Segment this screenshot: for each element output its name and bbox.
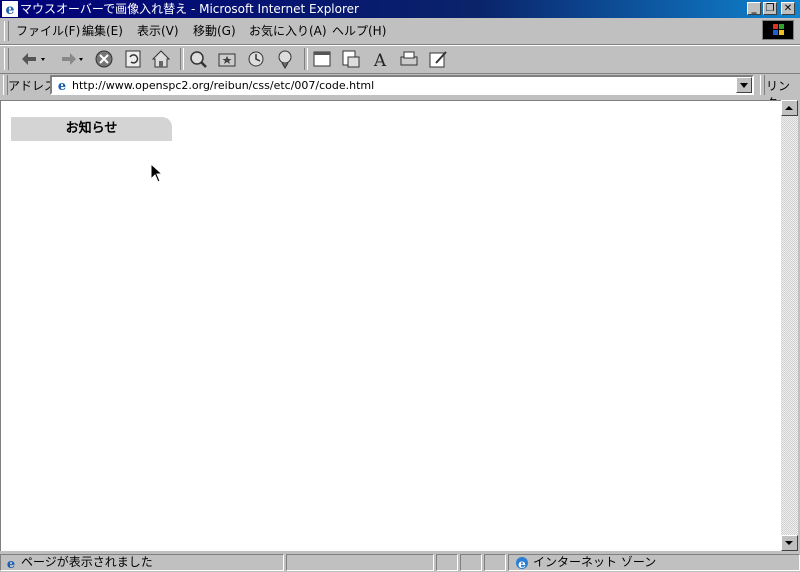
font-icon[interactable]: A [369, 48, 391, 70]
status-message: ページが表示されました [21, 555, 153, 569]
menu-view[interactable]: 表示(V) [137, 24, 179, 38]
menu-go[interactable]: 移動(G) [193, 24, 236, 38]
address-url[interactable]: http://www.openspc2.org/reibun/css/etc/0… [72, 79, 374, 92]
ie-page-icon: e [58, 79, 66, 92]
standard-toolbar: A [0, 45, 800, 74]
page-content: お知らせ [0, 100, 781, 551]
status-bar: e ページが表示されました e インターネット ゾーン [0, 552, 800, 572]
menu-file[interactable]: ファイル(F) [16, 24, 80, 38]
address-input[interactable]: e http://www.openspc2.org/reibun/css/etc… [50, 75, 754, 95]
status-pane-progress [286, 554, 434, 571]
menu-help[interactable]: ヘルプ(H) [332, 24, 386, 38]
ie-app-icon: e [2, 1, 18, 17]
svg-text:e: e [7, 557, 15, 570]
mail-icon[interactable] [340, 48, 362, 70]
scroll-up-button[interactable] [781, 100, 798, 116]
windows-logo [762, 20, 794, 40]
minimize-button[interactable]: _ [747, 2, 761, 15]
menu-edit[interactable]: 編集(E) [82, 24, 123, 38]
address-dropdown-button[interactable] [736, 77, 752, 93]
home-icon[interactable] [150, 48, 172, 70]
windows-flag-icon [773, 24, 784, 35]
refresh-icon[interactable] [122, 48, 144, 70]
history-icon[interactable] [245, 48, 267, 70]
security-zone-label: インターネット ゾーン [533, 555, 657, 569]
title-bar: e マウスオーバーで画像入れ替え - Microsoft Internet Ex… [0, 0, 800, 18]
address-label: アドレス [8, 79, 57, 93]
forward-icon[interactable] [56, 48, 86, 70]
arrow-up-icon [785, 106, 793, 110]
menu-favorites[interactable]: お気に入り(A) [249, 24, 327, 38]
links-grip[interactable] [760, 75, 765, 95]
menu-bar: ファイル(F) 編集(E) 表示(V) 移動(G) お気に入り(A) ヘルプ(H… [0, 18, 800, 45]
vertical-scrollbar[interactable] [781, 100, 798, 551]
security-zone-pane: e インターネット ゾーン [508, 554, 800, 571]
search-icon[interactable] [187, 48, 209, 70]
svg-text:e: e [6, 2, 15, 17]
chevron-down-icon [740, 83, 748, 88]
address-bar: アドレス e http://www.openspc2.org/reibun/cs… [0, 73, 800, 110]
back-icon[interactable] [18, 48, 48, 70]
window-title: マウスオーバーで画像入れ替え - Microsoft Internet Expl… [20, 2, 359, 16]
arrow-down-icon [785, 541, 793, 545]
fullscreen-icon[interactable] [311, 48, 333, 70]
mouse-cursor-icon [150, 163, 164, 183]
status-pane-small [484, 554, 506, 571]
status-message-pane: e ページが表示されました [0, 554, 284, 571]
channels-icon[interactable] [274, 48, 296, 70]
notice-heading[interactable]: お知らせ [11, 117, 172, 141]
restore-button[interactable]: ❐ [763, 2, 777, 15]
internet-globe-icon: e [516, 557, 528, 570]
close-button[interactable]: ✕ [781, 2, 795, 15]
favorites-icon[interactable] [216, 48, 238, 70]
scroll-down-button[interactable] [781, 535, 798, 551]
svg-text:e: e [518, 557, 526, 570]
status-pane-small [436, 554, 458, 571]
toolbar-separator [180, 48, 184, 70]
status-pane-small [460, 554, 482, 571]
menu-grip[interactable] [4, 21, 9, 41]
toolbar-grip[interactable] [4, 48, 9, 70]
toolbar-separator [304, 48, 308, 70]
svg-text:A: A [373, 51, 387, 70]
edit-icon[interactable] [427, 48, 449, 70]
ie-page-icon: e [7, 557, 15, 570]
print-icon[interactable] [398, 48, 420, 70]
stop-icon[interactable] [93, 48, 115, 70]
svg-text:e: e [58, 79, 66, 92]
